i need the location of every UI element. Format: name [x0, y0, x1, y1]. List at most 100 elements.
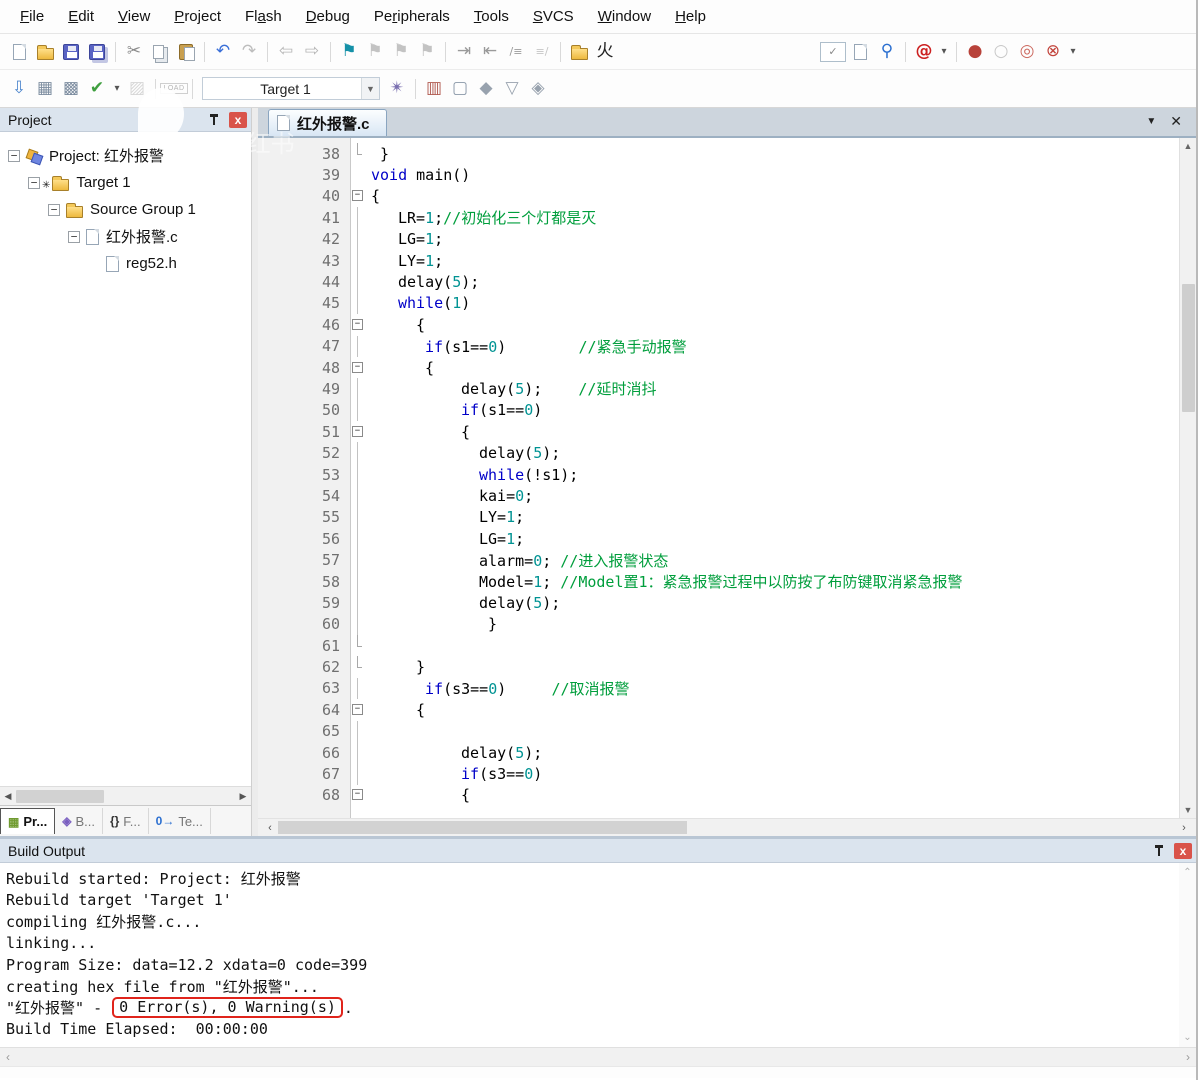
run-time-environment-icon[interactable]: ▥ — [422, 77, 446, 101]
code-line[interactable]: 48− { — [258, 357, 1179, 378]
stop-build-icon[interactable]: ▨ — [125, 77, 149, 101]
tab-list-caret-icon[interactable]: ▼ — [1146, 116, 1156, 127]
find-in-document-icon[interactable]: ⚲ — [849, 40, 873, 64]
fold-margin[interactable]: − — [350, 186, 367, 207]
code-line[interactable]: 63 if(s3==0) //取消报警 — [258, 677, 1179, 700]
code-line[interactable]: 58 Model=1; //Model置1：紧急报警过程中以防按了布防键取消紧急报… — [258, 570, 1179, 593]
enable-breakpoint-icon[interactable]: ○ — [989, 40, 1013, 64]
fold-margin[interactable]: − — [350, 421, 367, 442]
fold-margin[interactable] — [350, 570, 367, 593]
tree-item[interactable]: − 红外报警.c — [8, 223, 247, 250]
code-line[interactable]: 39 void main() — [258, 164, 1179, 185]
bookmark-toggle-icon[interactable]: ⚑ — [337, 40, 361, 64]
code-line[interactable]: 57 alarm=0; //进入报警状态 — [258, 549, 1179, 571]
pin-icon[interactable] — [207, 112, 223, 128]
scroll-thumb[interactable] — [16, 789, 104, 803]
code-line[interactable]: 51− { — [258, 421, 1179, 442]
fold-margin[interactable] — [350, 164, 367, 185]
scroll-right-icon[interactable]: › — [1176, 822, 1192, 834]
fold-margin[interactable] — [350, 228, 367, 250]
code-line[interactable]: 50 if(s1==0) — [258, 399, 1179, 422]
fold-margin[interactable] — [350, 485, 367, 507]
bookmark-clear-icon[interactable]: ⚑ — [415, 40, 439, 64]
build-output-log[interactable]: Rebuild started: Project: 红外报警 Rebuild ta… — [0, 863, 1179, 1047]
cut-icon[interactable]: ✂ — [122, 40, 146, 64]
target-combobox[interactable]: Target 1 ▼ — [202, 77, 380, 100]
save-icon[interactable] — [59, 40, 83, 64]
menu-help[interactable]: Help — [663, 4, 718, 29]
fold-margin[interactable]: − — [350, 699, 367, 720]
undo-icon[interactable]: ↶ — [211, 40, 235, 64]
paste-icon[interactable] — [174, 40, 198, 64]
menu-flash[interactable]: Flash — [233, 4, 294, 29]
fold-collapse-icon[interactable]: − — [352, 190, 363, 202]
scroll-up-icon[interactable]: ⌃ — [1183, 867, 1191, 878]
find-combobox[interactable]: ✓ — [820, 41, 846, 62]
menu-svcs[interactable]: SVCS — [521, 4, 586, 29]
code-line[interactable]: 60} — [258, 613, 1179, 635]
fold-margin[interactable] — [350, 741, 367, 764]
bookmark-prev-icon[interactable]: ⚑ — [363, 40, 387, 64]
reference-search-icon[interactable]: @ — [912, 40, 936, 64]
fold-margin[interactable] — [350, 549, 367, 571]
scroll-down-icon[interactable]: ⌄ — [1183, 1032, 1191, 1043]
code-line[interactable]: 43 LY=1; — [258, 249, 1179, 272]
fold-margin[interactable] — [350, 506, 367, 529]
manage-books-icon[interactable]: ◈ — [526, 77, 550, 101]
tree-collapse-icon[interactable]: − — [8, 149, 20, 162]
insert-breakpoint-icon[interactable]: ● — [963, 40, 987, 64]
code-line[interactable]: 40−{ — [258, 186, 1179, 207]
scroll-left-icon[interactable]: ‹ — [262, 822, 278, 834]
project-panel-close-icon[interactable]: x — [229, 111, 247, 128]
navigate-back-icon[interactable]: ⇦ — [274, 40, 298, 64]
fold-margin[interactable] — [350, 634, 367, 656]
tab-project[interactable]: ▦ Pr... — [0, 808, 56, 834]
menu-debug[interactable]: Debug — [294, 4, 362, 29]
tree-item[interactable]: − Project: 红外报警 — [8, 142, 247, 169]
code-line[interactable]: 49 delay(5); //延时消抖 — [258, 378, 1179, 400]
fold-margin[interactable] — [350, 378, 367, 400]
code-line[interactable]: 52 delay(5); — [258, 442, 1179, 464]
uncomment-selection-icon[interactable]: ≡/ — [530, 40, 554, 64]
code-line[interactable]: 53 while(!s1); — [258, 463, 1179, 486]
code-line[interactable]: 56 LG=1; — [258, 528, 1179, 550]
pin-icon[interactable] — [1152, 843, 1168, 859]
fold-collapse-icon[interactable]: − — [352, 425, 363, 437]
pack-installer-icon[interactable]: ◆ — [474, 77, 498, 101]
build-target-icon[interactable]: ▦ — [33, 77, 57, 101]
editor-vscrollbar[interactable]: ▲ ▼ — [1179, 138, 1196, 818]
fold-collapse-icon[interactable]: − — [352, 361, 363, 373]
code-line[interactable]: 46− { — [258, 314, 1179, 335]
scroll-thumb[interactable] — [1181, 284, 1195, 412]
menu-peripherals[interactable]: Peripherals — [362, 4, 462, 29]
tree-collapse-icon[interactable]: − — [68, 230, 80, 243]
fold-collapse-icon[interactable]: − — [352, 789, 363, 801]
fold-margin[interactable] — [350, 271, 367, 293]
batch-build-icon[interactable]: ✔ — [85, 77, 109, 101]
build-output-close-icon[interactable]: x — [1174, 842, 1192, 859]
copy-icon[interactable] — [148, 40, 172, 64]
editor-hscrollbar[interactable]: ‹ › — [258, 818, 1196, 836]
tree-item[interactable]: reg52.h — [8, 250, 247, 277]
menu-tools[interactable]: Tools — [462, 4, 521, 29]
menu-window[interactable]: Window — [586, 4, 663, 29]
code-line[interactable]: 55 LY=1; — [258, 506, 1179, 529]
code-line[interactable]: 45 while(1) — [258, 292, 1179, 315]
code-line[interactable]: 41 LR=1;//初始化三个灯都是灭 — [258, 207, 1179, 229]
project-hscrollbar[interactable]: ◀ ▶ — [0, 786, 251, 805]
menu-edit[interactable]: Edit — [56, 4, 106, 29]
scroll-down-icon[interactable]: ▼ — [1184, 802, 1193, 818]
options-for-target-icon[interactable]: ✴ — [385, 77, 409, 101]
disable-all-breakpoints-icon[interactable]: ◎ — [1015, 40, 1039, 64]
code-line[interactable]: 68− { — [258, 785, 1179, 806]
fold-margin[interactable] — [350, 656, 367, 677]
redo-icon[interactable]: ↷ — [237, 40, 261, 64]
scroll-left-icon[interactable]: ‹ — [6, 1050, 10, 1064]
tab-books[interactable]: ◈ B... — [55, 808, 103, 834]
indent-right-icon[interactable]: ⇥ — [452, 40, 476, 64]
code-line[interactable]: 61 — [258, 634, 1179, 656]
tree-collapse-icon[interactable]: − — [48, 203, 60, 216]
code-line[interactable]: 67 if(s3==0) — [258, 763, 1179, 785]
fold-margin[interactable] — [350, 442, 367, 464]
fold-collapse-icon[interactable]: − — [352, 318, 363, 330]
